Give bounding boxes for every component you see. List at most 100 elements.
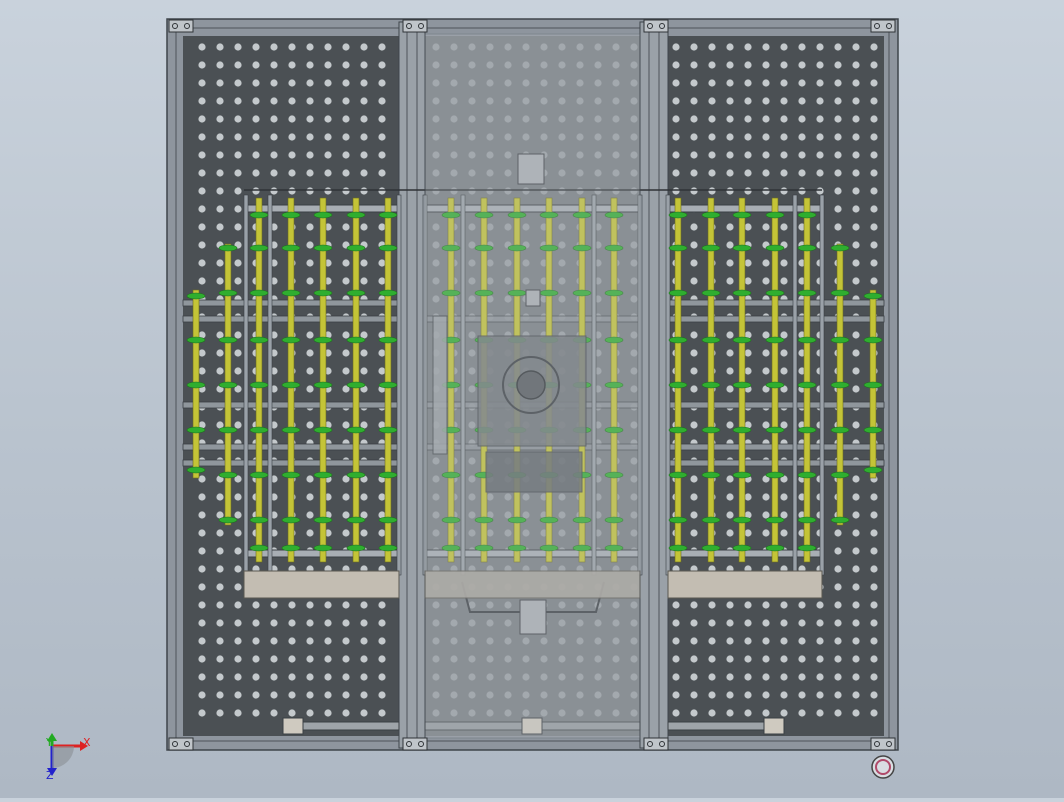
perforation-hole	[360, 277, 368, 285]
perforation-hole	[198, 223, 206, 231]
perforation-hole	[234, 277, 242, 285]
perforation-hole	[708, 61, 716, 69]
roller-ring	[249, 516, 269, 524]
roller-ring	[668, 381, 688, 389]
perforation-hole	[216, 673, 224, 681]
perforation-hole	[306, 619, 314, 627]
perforation-hole	[780, 655, 788, 663]
vertical-support	[267, 194, 273, 576]
perforation-hole	[342, 349, 350, 357]
roller-ring	[186, 336, 206, 344]
perforation-hole	[780, 115, 788, 123]
roller-ring	[830, 289, 850, 297]
perforation-hole	[360, 115, 368, 123]
roller-ring	[281, 516, 301, 524]
perforation-hole	[306, 43, 314, 51]
perforation-hole	[378, 709, 386, 717]
perforation-hole	[198, 367, 206, 375]
perforation-hole	[690, 151, 698, 159]
perforation-hole	[744, 43, 752, 51]
perforation-hole	[198, 619, 206, 627]
perforation-hole	[780, 259, 788, 267]
perforation-hole	[690, 637, 698, 645]
roller-ring	[797, 336, 817, 344]
perforation-hole	[798, 637, 806, 645]
perforation-hole	[252, 133, 260, 141]
cad-viewport[interactable]: X Y Z	[0, 0, 1064, 798]
perforation-hole	[870, 565, 878, 573]
perforation-hole	[306, 61, 314, 69]
perforation-hole	[234, 655, 242, 663]
perforation-hole	[672, 673, 680, 681]
roller-ring	[701, 381, 721, 389]
perforation-hole	[726, 169, 734, 177]
perforation-hole	[360, 61, 368, 69]
roller-ring	[797, 426, 817, 434]
perforation-hole	[306, 169, 314, 177]
perforation-hole	[360, 43, 368, 51]
perforation-hole	[234, 331, 242, 339]
perforation-hole	[198, 133, 206, 141]
roller-ring	[863, 426, 883, 434]
perforation-hole	[690, 43, 698, 51]
roller-ring	[281, 426, 301, 434]
perforation-hole	[708, 133, 716, 141]
perforation-hole	[342, 421, 350, 429]
perforation-hole	[870, 169, 878, 177]
perforation-hole	[324, 79, 332, 87]
perforation-hole	[852, 331, 860, 339]
perforation-hole	[378, 259, 386, 267]
perforation-hole	[762, 349, 770, 357]
perforation-hole	[198, 637, 206, 645]
perforation-hole	[342, 331, 350, 339]
perforation-hole	[306, 187, 314, 195]
perforation-hole	[360, 151, 368, 159]
perforation-hole	[816, 61, 824, 69]
perforation-hole	[324, 673, 332, 681]
perforation-hole	[378, 187, 386, 195]
roller-ring	[797, 471, 817, 479]
perforation-hole	[672, 151, 680, 159]
perforation-hole	[288, 709, 296, 717]
perforation-hole	[270, 637, 278, 645]
perforation-hole	[198, 277, 206, 285]
perforation-hole	[216, 97, 224, 105]
perforation-hole	[744, 601, 752, 609]
perforation-hole	[324, 691, 332, 699]
perforation-hole	[780, 79, 788, 87]
perforation-hole	[216, 367, 224, 375]
perforation-hole	[798, 151, 806, 159]
perforation-hole	[798, 619, 806, 627]
roller-ring	[732, 211, 752, 219]
roller	[352, 197, 360, 563]
center-transparent-cover[interactable]	[424, 33, 641, 739]
perforation-hole	[690, 673, 698, 681]
perforation-hole	[726, 115, 734, 123]
perforation-hole	[198, 583, 206, 591]
perforation-hole	[690, 259, 698, 267]
perforation-hole	[726, 151, 734, 159]
perforation-hole	[306, 223, 314, 231]
perforation-hole	[726, 385, 734, 393]
perforation-hole	[798, 169, 806, 177]
perforation-hole	[726, 601, 734, 609]
perforation-hole	[744, 673, 752, 681]
perforation-hole	[780, 223, 788, 231]
perforation-hole	[870, 61, 878, 69]
perforation-hole	[672, 79, 680, 87]
perforation-hole	[726, 691, 734, 699]
perforation-hole	[816, 97, 824, 105]
perforation-hole	[378, 691, 386, 699]
perforation-hole	[852, 583, 860, 591]
perforation-hole	[216, 115, 224, 123]
perforation-hole	[780, 151, 788, 159]
perforation-hole	[708, 43, 716, 51]
cad-model-canvas[interactable]	[0, 0, 1064, 798]
perforation-hole	[762, 43, 770, 51]
roller-ring	[668, 289, 688, 297]
perforation-hole	[708, 655, 716, 663]
triad-y-label: Y	[46, 736, 53, 749]
perforation-hole	[306, 97, 314, 105]
perforation-hole	[762, 637, 770, 645]
perforation-hole	[216, 547, 224, 555]
